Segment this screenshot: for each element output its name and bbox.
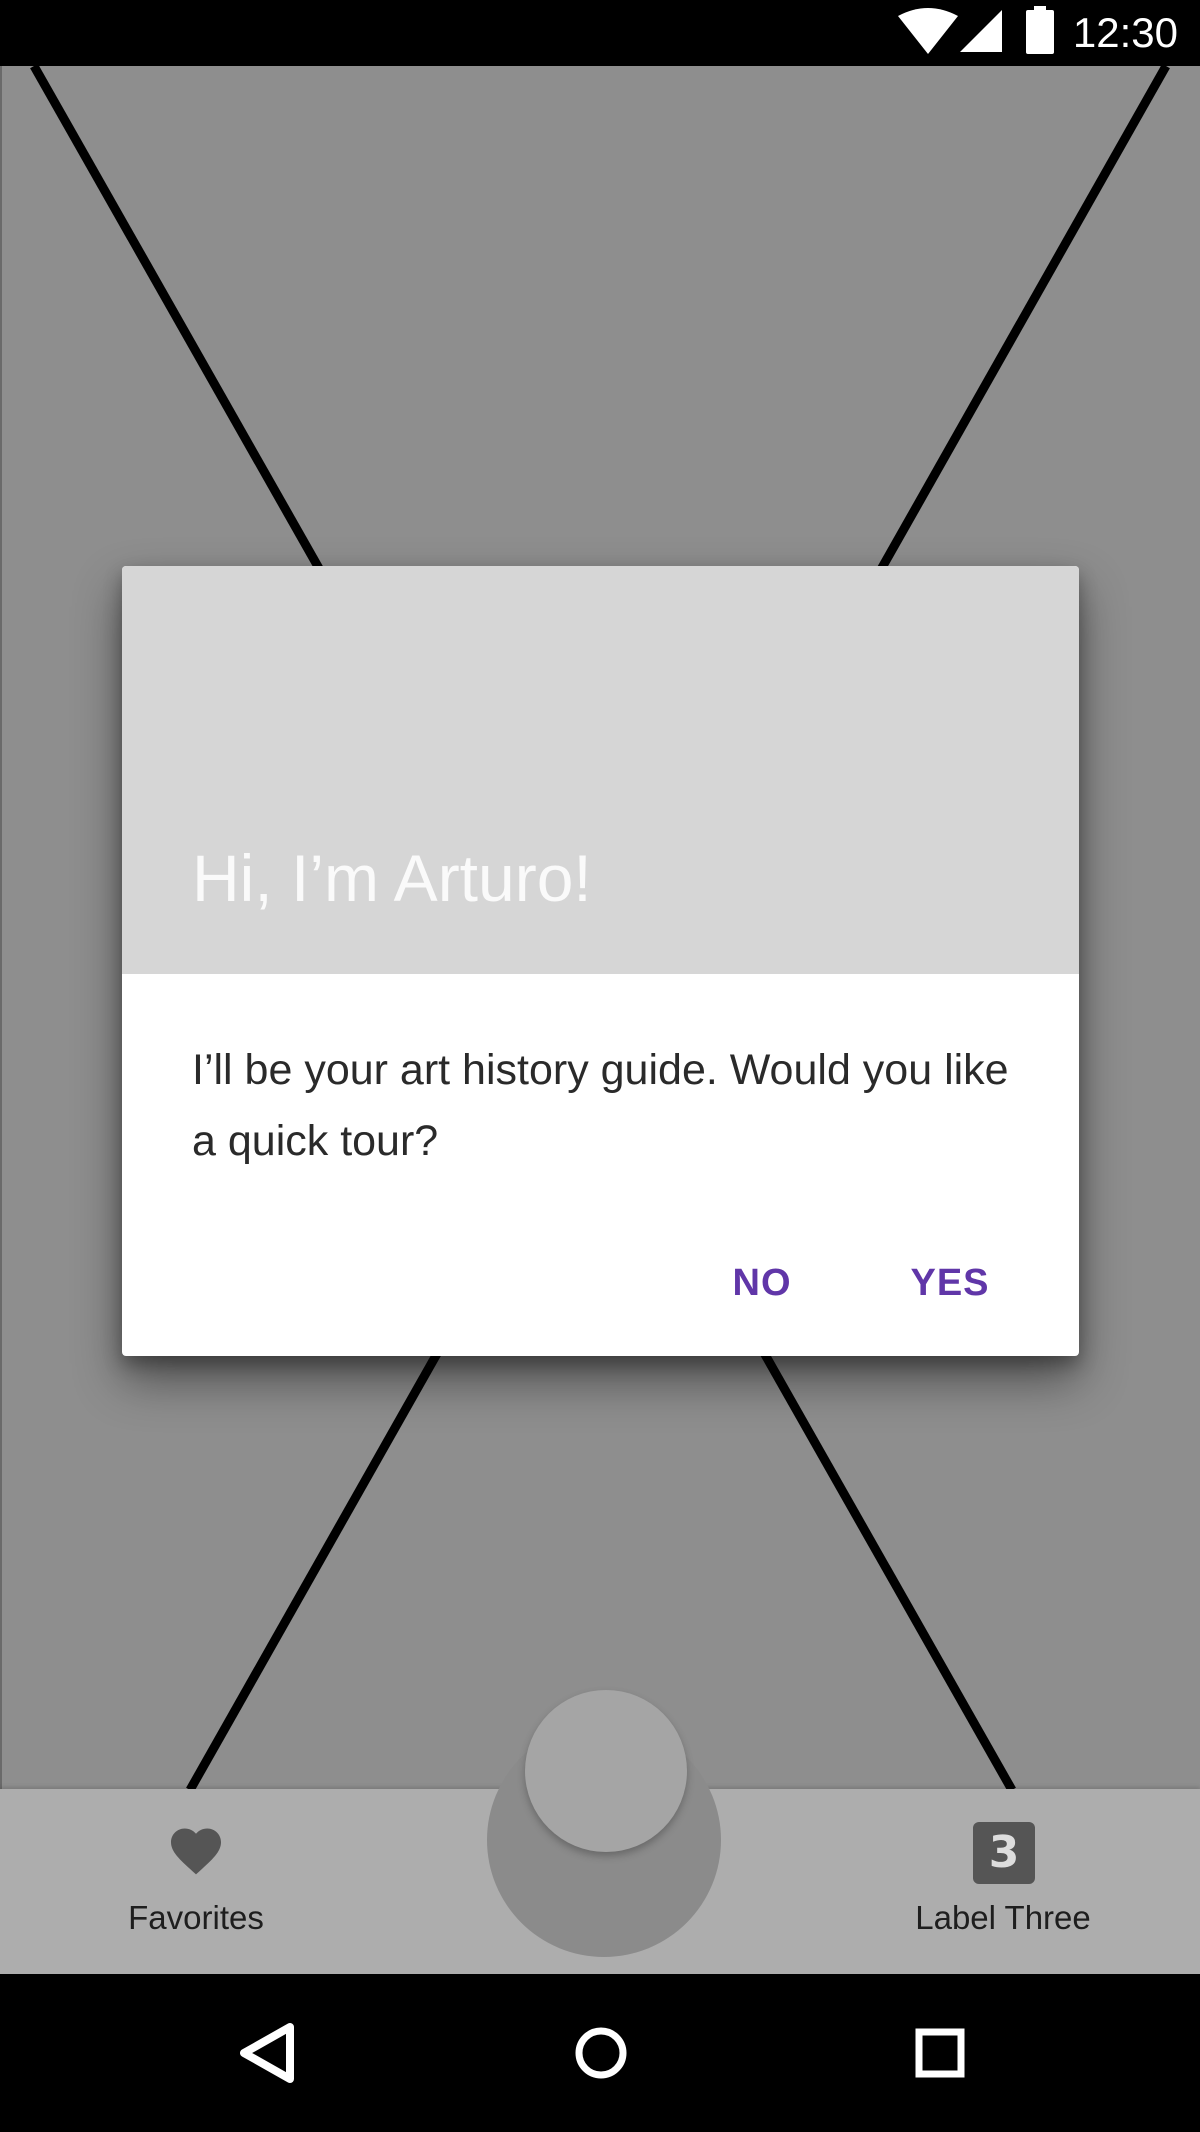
back-icon[interactable] [206, 1974, 326, 2132]
home-icon[interactable] [541, 1974, 661, 2132]
yes-button[interactable]: YES [870, 1248, 1030, 1318]
no-button[interactable]: NO [692, 1248, 832, 1318]
system-navigation-bar [0, 1974, 1200, 2132]
dialog-header-image: Hi, I’m Arturo! [122, 566, 1079, 974]
recents-icon[interactable] [880, 1974, 1000, 2132]
dialog-message: I’ll be your art history guide. Would yo… [192, 1046, 1009, 1165]
welcome-dialog: Hi, I’m Arturo! I’ll be your art history… [122, 566, 1079, 1356]
dialog-title: Hi, I’m Arturo! [192, 841, 592, 915]
